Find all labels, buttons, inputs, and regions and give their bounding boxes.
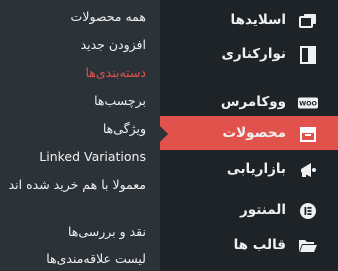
menu-item-label: ووکامرس [220,94,286,110]
submenu-item-reviews[interactable]: نقد و بررسی‌ها [68,224,146,240]
menu-item-woocommerce[interactable]: WOO ووکامرس [160,85,338,119]
archive-box-icon [298,124,318,144]
submenu-item-categories[interactable]: دسته‌بندی‌ها [85,65,146,81]
menu-item-label: بازاریابی [226,161,286,177]
menu-item-label: اسلایدها [230,12,286,28]
submenu-item-tags[interactable]: برچسب‌ها [94,93,146,109]
folder-open-icon [298,236,318,256]
slides-icon [298,11,318,31]
submenu-item-linked-variations[interactable]: Linked Variations [39,149,146,165]
submenu-item-all-products[interactable]: همه محصولات [71,9,146,25]
menu-item-themes[interactable]: قالب ها [160,228,338,262]
menu-item-elementor[interactable]: المنتور [160,193,338,227]
menu-item-label: نوارکناری [221,46,286,62]
menu-item-label: قالب ها [233,237,286,253]
menu-item-sidebar[interactable]: نوارکناری [160,37,338,71]
svg-text:WOO: WOO [299,101,317,108]
menu-item-slides[interactable]: اسلایدها [160,3,338,37]
woocommerce-icon: WOO [298,93,318,113]
submenu-item-add-new[interactable]: افزودن جدید [81,37,146,53]
admin-main-menu: اسلایدها نوارکناری WOO ووکامرس محصولات ب… [159,0,338,271]
menu-item-products[interactable]: محصولات [159,116,338,150]
menu-item-label: المنتور [239,202,286,218]
sidebar-icon [298,45,318,65]
menu-item-marketing[interactable]: بازاریابی [160,152,338,186]
megaphone-icon [298,160,318,180]
elementor-icon [298,201,318,221]
products-submenu: همه محصولات افزودن جدید دسته‌بندی‌ها برچ… [0,0,160,271]
menu-item-label: محصولات [222,125,286,141]
submenu-item-attributes[interactable]: ویژگی‌ها [103,121,146,137]
submenu-item-frequently-bought[interactable]: معمولا با هم خرید شده اند [6,176,146,194]
submenu-item-wishlists[interactable]: لیست علاقه‌مندی‌ها [46,251,146,267]
